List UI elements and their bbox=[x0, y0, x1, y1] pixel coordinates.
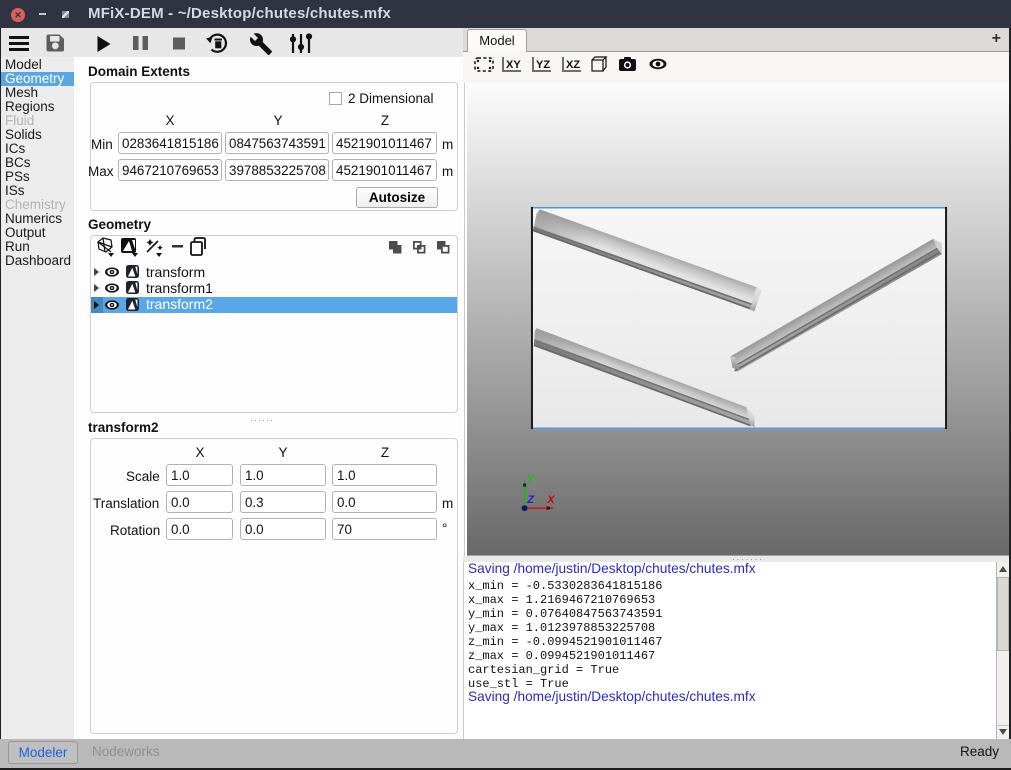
svg-text:Z: Z bbox=[526, 494, 535, 506]
svg-text:transform1: transform1 bbox=[146, 280, 213, 296]
svg-text:XY: XY bbox=[506, 59, 521, 71]
svg-text:transform: transform bbox=[146, 264, 205, 280]
svg-text:XZ: XZ bbox=[566, 59, 580, 71]
svg-text:transform2: transform2 bbox=[146, 296, 213, 312]
svg-text:X: X bbox=[546, 494, 555, 506]
svg-text:YZ: YZ bbox=[536, 59, 550, 71]
